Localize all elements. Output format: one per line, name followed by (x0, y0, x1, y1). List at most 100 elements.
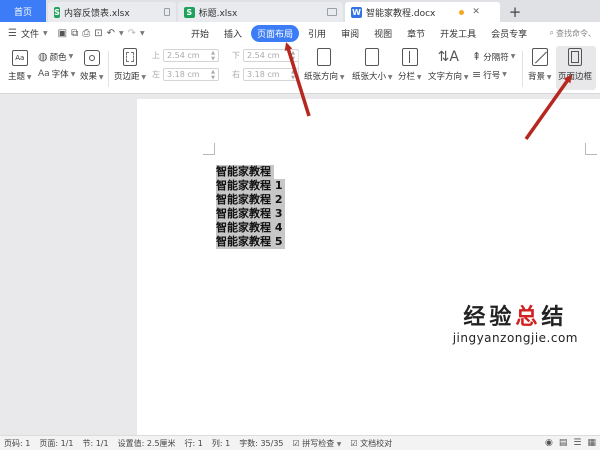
outline-view-icon[interactable]: ☰ (573, 438, 581, 448)
screen-icon (163, 8, 170, 16)
file-menu[interactable]: 文件 (21, 27, 39, 40)
export-icon[interactable]: ⧉ (71, 28, 78, 39)
status-setting: 设置值: 2.5厘米 (117, 438, 176, 448)
tab-label: 标题.xlsx (198, 8, 238, 19)
tab-member[interactable]: 会员专享 (485, 25, 533, 42)
text-direction-button[interactable]: ⇅A 文字方向 ▼ (428, 48, 469, 82)
sheet-icon: S (54, 6, 60, 18)
tab-bar: 首页 S 内容反馈表.xlsx S 标题.xlsx W 智能家教程.docx ✕… (0, 0, 600, 22)
status-pages: 页面: 1/1 (39, 438, 74, 448)
writer-icon: W (351, 6, 362, 18)
chevron-down-icon[interactable]: ▼ (140, 30, 145, 37)
theme-button[interactable]: Aa 主题 ▼ (8, 50, 32, 82)
watermark-en: jingyanzongjie.com (452, 331, 578, 345)
line-numbers-label: 行号 (483, 70, 501, 81)
effects-icon (83, 50, 100, 66)
ribbon-tabs: 开始 插入 页面布局 引用 审阅 视图 章节 开发工具 会员专享 (185, 24, 536, 42)
text-direction-label: 文字方向 (428, 72, 463, 82)
background-button[interactable]: 背景 ▼ (528, 48, 552, 82)
redo-icon[interactable]: ↷ (128, 28, 136, 39)
orientation-icon (317, 48, 332, 66)
colors-button[interactable]: ◍ 颜色 ▼ (38, 50, 73, 63)
search-placeholder: 查找命令、 (556, 28, 596, 38)
line-numbers-button[interactable]: ≡ 行号 ▼ (472, 68, 507, 81)
document-page[interactable]: 智能家教程 智能家教程 1 智能家教程 2 智能家教程 3 智能家教程 4 智能… (137, 99, 600, 435)
right-margin-field[interactable]: 右 3.18 cm ▲ ▼ (232, 68, 299, 81)
tab-developer[interactable]: 开发工具 (434, 25, 482, 42)
orientation-button[interactable]: 纸张方向 ▼ (304, 48, 345, 82)
breaks-label: 分隔符 (483, 52, 509, 63)
paper-size-label: 纸张大小 (352, 72, 387, 82)
print-icon[interactable]: ⎙ (82, 28, 90, 39)
bottom-margin-label: 下 (232, 51, 240, 60)
page-view-icon[interactable]: ▤ (559, 438, 568, 448)
columns-icon (401, 48, 418, 66)
home-tab[interactable]: 首页 (0, 0, 46, 22)
new-tab-button[interactable]: + (504, 2, 526, 22)
preview-icon[interactable]: ⊡ (94, 28, 102, 39)
proofread-icon: ☑ (350, 438, 358, 448)
page-border-icon (568, 48, 582, 66)
margins-icon (123, 48, 138, 66)
tab-review[interactable]: 审阅 (335, 25, 365, 42)
effects-button[interactable]: 效果 ▼ (80, 50, 104, 82)
line-numbers-icon: ≡ (472, 68, 482, 81)
margins-button[interactable]: 页边距 ▼ (114, 48, 146, 82)
page-border-button[interactable]: 页面边框 (558, 48, 592, 82)
crop-mark (585, 143, 597, 155)
status-bar: 页码: 1 页面: 1/1 节: 1/1 设置值: 2.5厘米 行: 1 列: … (0, 435, 600, 450)
document-canvas[interactable]: 智能家教程 智能家教程 1 智能家教程 2 智能家教程 3 智能家教程 4 智能… (0, 95, 600, 435)
background-label: 背景 (528, 72, 546, 82)
margins-label: 页边距 (114, 72, 140, 82)
status-row: 行: 1 (184, 438, 203, 448)
eye-icon[interactable]: ◉ (545, 438, 553, 448)
close-icon[interactable]: ✕ (472, 7, 480, 17)
text-line[interactable]: 智能家教程 1 (216, 179, 286, 193)
tab-insert[interactable]: 插入 (218, 25, 248, 42)
theme-icon: Aa (11, 50, 28, 66)
left-margin-field[interactable]: 左 3.18 cm ▲ ▼ (152, 68, 219, 81)
text-line[interactable]: 智能家教程 5 (216, 235, 286, 249)
bottom-margin-field[interactable]: 下 2.54 cm ▲ ▼ (232, 49, 299, 62)
bottom-margin-value: 2.54 cm (247, 51, 280, 60)
tab-title-xlsx[interactable]: S 标题.xlsx (178, 2, 343, 22)
text-line[interactable]: 智能家教程 (216, 165, 274, 179)
tab-chapter[interactable]: 章节 (401, 25, 431, 42)
paper-size-button[interactable]: 纸张大小 ▼ (352, 48, 393, 82)
hamburger-icon[interactable]: ☰ (8, 28, 17, 39)
proofread-button[interactable]: ☑ 文档校对 (350, 438, 392, 449)
font-button[interactable]: Aa 字体 ▼ (38, 68, 75, 80)
top-margin-field[interactable]: 上 2.54 cm ▲ ▼ (152, 49, 219, 62)
save-icon[interactable]: ▣ (58, 28, 67, 39)
command-search[interactable]: ⌕ 查找命令、 (550, 28, 600, 39)
document-text[interactable]: 智能家教程 智能家教程 1 智能家教程 2 智能家教程 3 智能家教程 4 智能… (216, 165, 286, 249)
font-icon: Aa (38, 69, 50, 79)
divider (108, 51, 109, 87)
web-view-icon[interactable]: ▦ (587, 438, 596, 448)
tab-view[interactable]: 视图 (368, 25, 398, 42)
spell-check-button[interactable]: ☑ 拼写检查 ▼ (293, 438, 342, 449)
breaks-button[interactable]: ⇞ 分隔符 ▼ (472, 50, 515, 63)
paper-size-icon (365, 48, 380, 66)
text-line[interactable]: 智能家教程 3 (216, 207, 286, 221)
status-section: 节: 1/1 (82, 438, 109, 448)
right-margin-label: 右 (232, 70, 240, 79)
status-words[interactable]: 字数: 35/35 (239, 438, 283, 449)
top-margin-value: 2.54 cm (167, 51, 200, 60)
tab-page-layout[interactable]: 页面布局 (251, 24, 300, 42)
top-margin-label: 上 (152, 51, 160, 60)
tab-home[interactable]: 开始 (185, 25, 215, 42)
screen-icon (327, 8, 337, 16)
background-icon (531, 48, 548, 66)
breaks-icon: ⇞ (472, 50, 482, 63)
tab-feedback-xlsx[interactable]: S 内容反馈表.xlsx (48, 2, 176, 22)
text-line[interactable]: 智能家教程 4 (216, 221, 286, 235)
chevron-down-icon[interactable]: ▼ (119, 30, 124, 37)
chevron-down-icon[interactable]: ▼ (43, 30, 48, 37)
watermark: 经验总结 jingyanzongjie.com (453, 299, 578, 345)
tab-references[interactable]: 引用 (302, 25, 332, 42)
tab-active-docx[interactable]: W 智能家教程.docx ✕ (345, 2, 500, 22)
columns-button[interactable]: 分栏 ▼ (398, 48, 422, 82)
text-line[interactable]: 智能家教程 2 (216, 193, 286, 207)
undo-icon[interactable]: ↶ (107, 28, 115, 39)
